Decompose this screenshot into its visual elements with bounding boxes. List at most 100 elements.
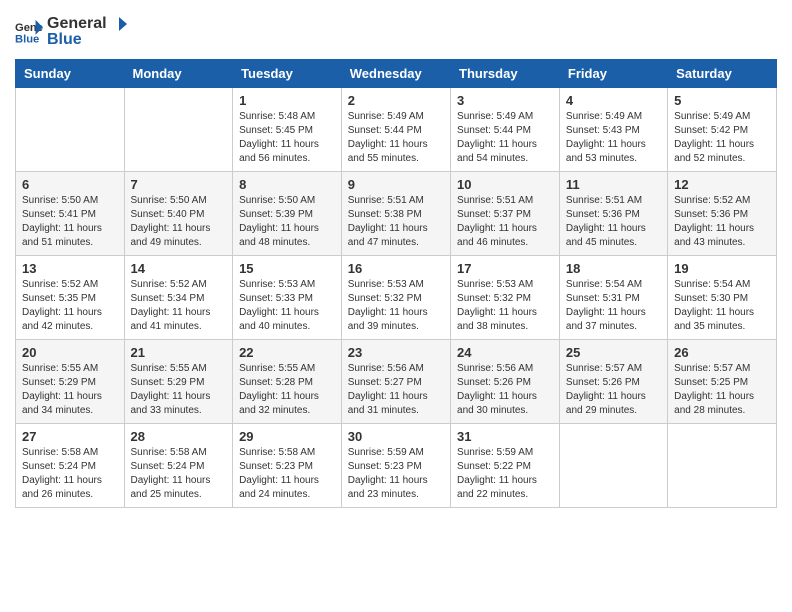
day-info: Sunrise: 5:52 AM Sunset: 5:34 PM Dayligh… xyxy=(131,278,227,334)
day-info: Sunrise: 5:49 AM Sunset: 5:44 PM Dayligh… xyxy=(348,110,444,166)
calendar-cell: 23 Sunrise: 5:56 AM Sunset: 5:27 PM Dayli… xyxy=(341,340,450,424)
day-info: Sunrise: 5:52 AM Sunset: 5:35 PM Dayligh… xyxy=(22,278,118,334)
day-number: 24 xyxy=(457,345,553,360)
day-number: 7 xyxy=(131,177,227,192)
day-info: Sunrise: 5:58 AM Sunset: 5:24 PM Dayligh… xyxy=(131,446,227,502)
calendar-cell: 30 Sunrise: 5:59 AM Sunset: 5:23 PM Dayli… xyxy=(341,424,450,508)
calendar-cell: 26 Sunrise: 5:57 AM Sunset: 5:25 PM Dayli… xyxy=(668,340,777,424)
day-number: 16 xyxy=(348,261,444,276)
day-number: 8 xyxy=(239,177,335,192)
day-info: Sunrise: 5:52 AM Sunset: 5:36 PM Dayligh… xyxy=(674,194,770,250)
day-info: Sunrise: 5:56 AM Sunset: 5:26 PM Dayligh… xyxy=(457,362,553,418)
day-number: 12 xyxy=(674,177,770,192)
calendar-cell: 12 Sunrise: 5:52 AM Sunset: 5:36 PM Dayli… xyxy=(668,172,777,256)
calendar-cell: 2Sunrise: 5:49 AM Sunset: 5:44 PM Daylig… xyxy=(341,88,450,172)
calendar-cell: 24 Sunrise: 5:56 AM Sunset: 5:26 PM Dayli… xyxy=(451,340,560,424)
calendar-cell: 9 Sunrise: 5:51 AM Sunset: 5:38 PM Daylig… xyxy=(341,172,450,256)
day-info: Sunrise: 5:54 AM Sunset: 5:31 PM Dayligh… xyxy=(566,278,661,334)
day-number: 4 xyxy=(566,93,661,108)
calendar-cell: 22Sunrise: 5:55 AM Sunset: 5:28 PM Dayli… xyxy=(233,340,342,424)
day-number: 26 xyxy=(674,345,770,360)
day-number: 31 xyxy=(457,429,553,444)
calendar-cell: 17 Sunrise: 5:53 AM Sunset: 5:32 PM Dayli… xyxy=(451,256,560,340)
calendar-cell: 31Sunrise: 5:59 AM Sunset: 5:22 PM Dayli… xyxy=(451,424,560,508)
calendar-cell: 20 Sunrise: 5:55 AM Sunset: 5:29 PM Dayli… xyxy=(16,340,125,424)
day-info: Sunrise: 5:56 AM Sunset: 5:27 PM Dayligh… xyxy=(348,362,444,418)
calendar-cell xyxy=(16,88,125,172)
day-number: 6 xyxy=(22,177,118,192)
day-number: 27 xyxy=(22,429,118,444)
calendar-cell xyxy=(559,424,667,508)
day-info: Sunrise: 5:58 AM Sunset: 5:23 PM Dayligh… xyxy=(239,446,335,502)
day-info: Sunrise: 5:50 AM Sunset: 5:40 PM Dayligh… xyxy=(131,194,227,250)
day-info: Sunrise: 5:51 AM Sunset: 5:36 PM Dayligh… xyxy=(566,194,661,250)
calendar-cell: 5 Sunrise: 5:49 AM Sunset: 5:42 PM Daylig… xyxy=(668,88,777,172)
day-info: Sunrise: 5:49 AM Sunset: 5:42 PM Dayligh… xyxy=(674,110,770,166)
day-number: 5 xyxy=(674,93,770,108)
calendar-cell: 14Sunrise: 5:52 AM Sunset: 5:34 PM Dayli… xyxy=(124,256,233,340)
calendar-cell: 28 Sunrise: 5:58 AM Sunset: 5:24 PM Dayli… xyxy=(124,424,233,508)
weekday-header-wednesday: Wednesday xyxy=(341,60,450,88)
day-number: 25 xyxy=(566,345,661,360)
day-info: Sunrise: 5:53 AM Sunset: 5:33 PM Dayligh… xyxy=(239,278,335,334)
weekday-header-saturday: Saturday xyxy=(668,60,777,88)
day-number: 23 xyxy=(348,345,444,360)
day-info: Sunrise: 5:57 AM Sunset: 5:25 PM Dayligh… xyxy=(674,362,770,418)
calendar-week-row: 13 Sunrise: 5:52 AM Sunset: 5:35 PM Dayli… xyxy=(16,256,777,340)
calendar-cell: 19 Sunrise: 5:54 AM Sunset: 5:30 PM Dayli… xyxy=(668,256,777,340)
calendar-cell: 21 Sunrise: 5:55 AM Sunset: 5:29 PM Dayli… xyxy=(124,340,233,424)
calendar-cell: 18 Sunrise: 5:54 AM Sunset: 5:31 PM Dayli… xyxy=(559,256,667,340)
day-number: 9 xyxy=(348,177,444,192)
calendar-cell: 27 Sunrise: 5:58 AM Sunset: 5:24 PM Dayli… xyxy=(16,424,125,508)
day-info: Sunrise: 5:49 AM Sunset: 5:44 PM Dayligh… xyxy=(457,110,553,166)
day-number: 11 xyxy=(566,177,661,192)
day-number: 19 xyxy=(674,261,770,276)
logo-chevron-icon xyxy=(109,15,127,33)
calendar-cell xyxy=(124,88,233,172)
page-header: General Blue General Blue xyxy=(15,15,777,49)
day-info: Sunrise: 5:57 AM Sunset: 5:26 PM Dayligh… xyxy=(566,362,661,418)
calendar-cell: 15 Sunrise: 5:53 AM Sunset: 5:33 PM Dayli… xyxy=(233,256,342,340)
day-info: Sunrise: 5:55 AM Sunset: 5:29 PM Dayligh… xyxy=(131,362,227,418)
calendar-cell: 16 Sunrise: 5:53 AM Sunset: 5:32 PM Dayli… xyxy=(341,256,450,340)
day-info: Sunrise: 5:51 AM Sunset: 5:38 PM Dayligh… xyxy=(348,194,444,250)
calendar-cell: 6 Sunrise: 5:50 AM Sunset: 5:41 PM Daylig… xyxy=(16,172,125,256)
calendar-cell: 3 Sunrise: 5:49 AM Sunset: 5:44 PM Daylig… xyxy=(451,88,560,172)
calendar-week-row: 6 Sunrise: 5:50 AM Sunset: 5:41 PM Daylig… xyxy=(16,172,777,256)
weekday-header-sunday: Sunday xyxy=(16,60,125,88)
calendar-cell: 1Sunrise: 5:48 AM Sunset: 5:45 PM Daylig… xyxy=(233,88,342,172)
calendar-cell xyxy=(668,424,777,508)
day-number: 21 xyxy=(131,345,227,360)
calendar-header-row: SundayMondayTuesdayWednesdayThursdayFrid… xyxy=(16,60,777,88)
calendar-cell: 10Sunrise: 5:51 AM Sunset: 5:37 PM Dayli… xyxy=(451,172,560,256)
day-info: Sunrise: 5:58 AM Sunset: 5:24 PM Dayligh… xyxy=(22,446,118,502)
day-number: 13 xyxy=(22,261,118,276)
day-info: Sunrise: 5:53 AM Sunset: 5:32 PM Dayligh… xyxy=(348,278,444,334)
weekday-header-friday: Friday xyxy=(559,60,667,88)
day-number: 28 xyxy=(131,429,227,444)
logo: General Blue General Blue xyxy=(15,15,127,49)
weekday-header-monday: Monday xyxy=(124,60,233,88)
day-info: Sunrise: 5:53 AM Sunset: 5:32 PM Dayligh… xyxy=(457,278,553,334)
calendar-cell: 25 Sunrise: 5:57 AM Sunset: 5:26 PM Dayli… xyxy=(559,340,667,424)
calendar-cell: 8 Sunrise: 5:50 AM Sunset: 5:39 PM Daylig… xyxy=(233,172,342,256)
calendar-table: SundayMondayTuesdayWednesdayThursdayFrid… xyxy=(15,59,777,508)
day-info: Sunrise: 5:59 AM Sunset: 5:23 PM Dayligh… xyxy=(348,446,444,502)
day-info: Sunrise: 5:48 AM Sunset: 5:45 PM Dayligh… xyxy=(239,110,335,166)
day-number: 15 xyxy=(239,261,335,276)
day-info: Sunrise: 5:49 AM Sunset: 5:43 PM Dayligh… xyxy=(566,110,661,166)
calendar-week-row: 27 Sunrise: 5:58 AM Sunset: 5:24 PM Dayli… xyxy=(16,424,777,508)
calendar-cell: 4 Sunrise: 5:49 AM Sunset: 5:43 PM Daylig… xyxy=(559,88,667,172)
day-info: Sunrise: 5:50 AM Sunset: 5:41 PM Dayligh… xyxy=(22,194,118,250)
calendar-week-row: 20 Sunrise: 5:55 AM Sunset: 5:29 PM Dayli… xyxy=(16,340,777,424)
day-number: 3 xyxy=(457,93,553,108)
calendar-cell: 13 Sunrise: 5:52 AM Sunset: 5:35 PM Dayli… xyxy=(16,256,125,340)
day-number: 30 xyxy=(348,429,444,444)
day-number: 20 xyxy=(22,345,118,360)
day-number: 18 xyxy=(566,261,661,276)
day-number: 29 xyxy=(239,429,335,444)
day-info: Sunrise: 5:54 AM Sunset: 5:30 PM Dayligh… xyxy=(674,278,770,334)
day-info: Sunrise: 5:55 AM Sunset: 5:29 PM Dayligh… xyxy=(22,362,118,418)
day-info: Sunrise: 5:50 AM Sunset: 5:39 PM Dayligh… xyxy=(239,194,335,250)
day-number: 17 xyxy=(457,261,553,276)
